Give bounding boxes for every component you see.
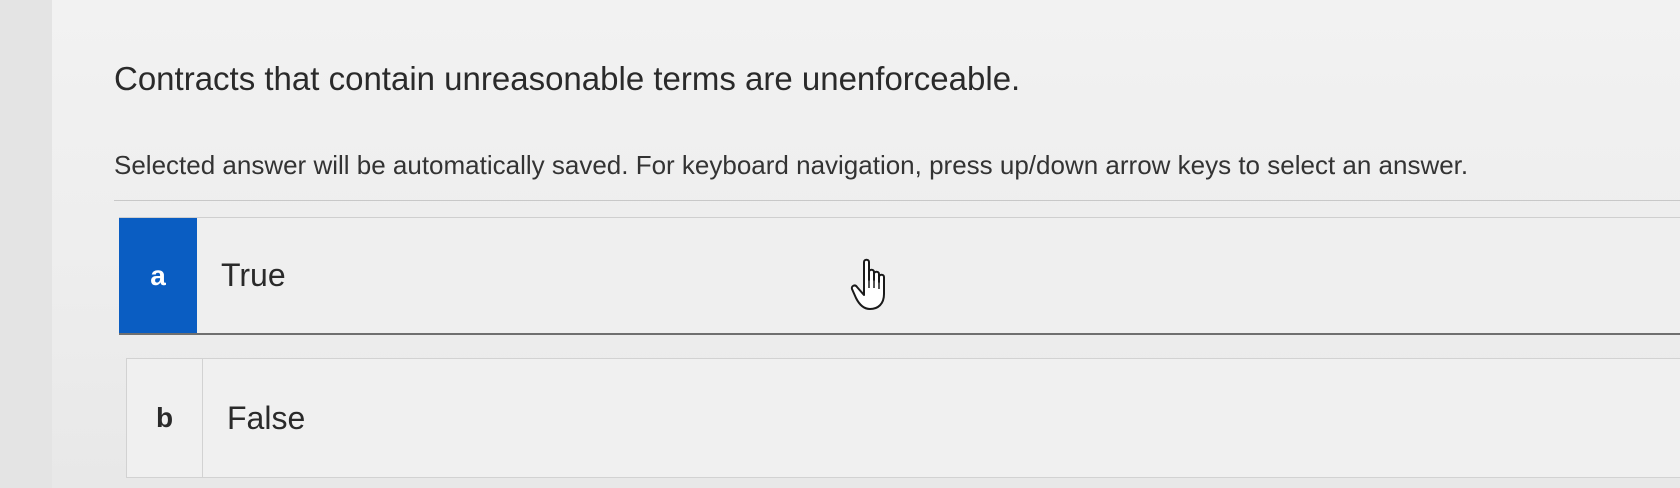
answer-option-a[interactable]: a True	[119, 217, 1680, 335]
answer-option-b[interactable]: b False	[126, 358, 1680, 478]
option-label: True	[221, 257, 286, 293]
question-title: Contracts that contain unreasonable term…	[114, 60, 1021, 97]
hand-pointer-icon	[850, 258, 885, 310]
left-margin	[0, 0, 52, 488]
option-letter: a	[119, 218, 197, 333]
divider	[114, 200, 1680, 201]
quiz-page: Contracts that contain unreasonable term…	[0, 0, 1680, 488]
answer-instructions: Selected answer will be automatically sa…	[114, 150, 1469, 180]
option-label: False	[227, 399, 306, 436]
option-letter: b	[127, 359, 203, 477]
